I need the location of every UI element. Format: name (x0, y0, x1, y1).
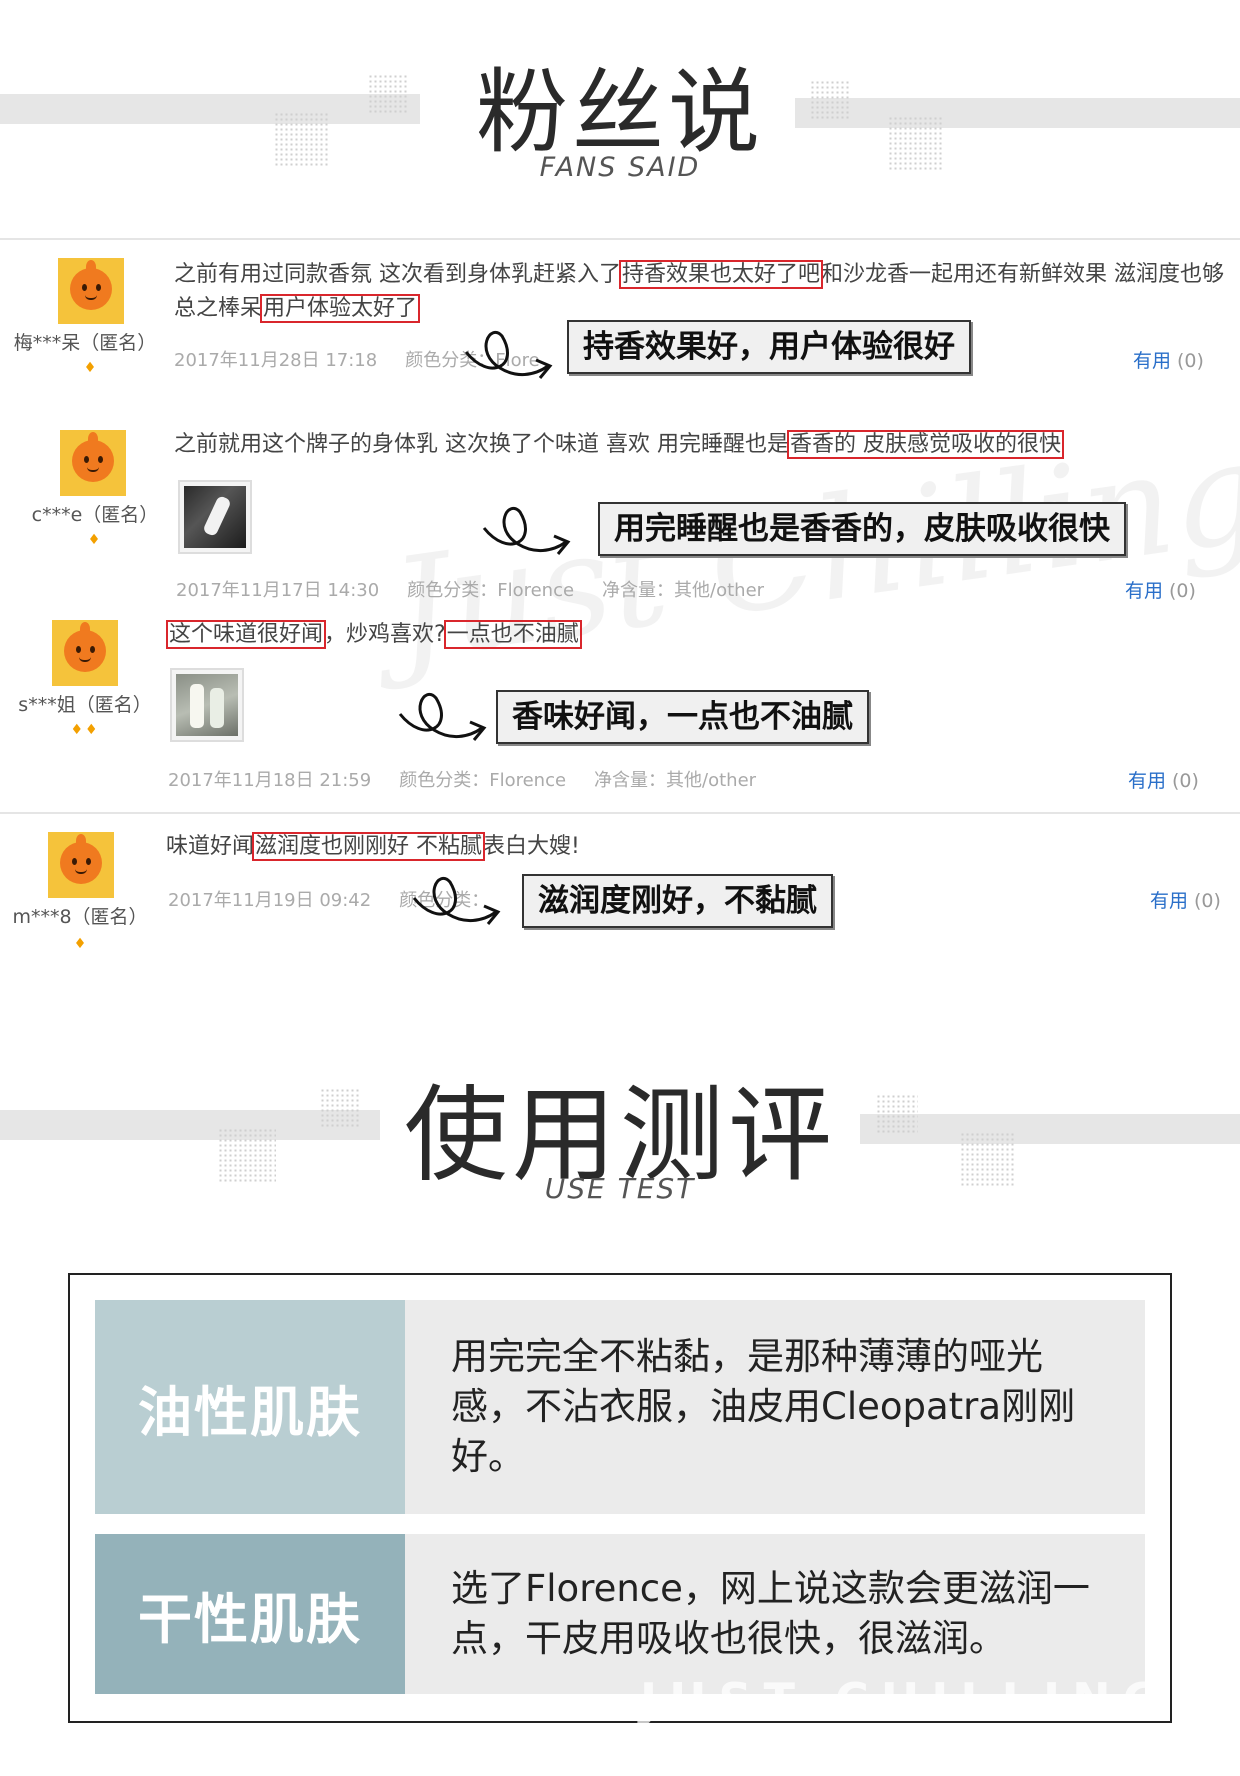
review-photo[interactable] (178, 480, 252, 554)
review-meta: 2017年11月18日 21:59 颜色分类：Florence 净含量：其他/oth… (168, 766, 784, 792)
reviewer-level-icon: ♦♦ (70, 722, 100, 738)
avatar (58, 258, 124, 324)
highlight: 滋润度也刚刚好 不粘腻 (252, 832, 486, 861)
reviewer-name[interactable]: c***e（匿名） (10, 500, 180, 527)
table-watermark: JUST CHILLING (640, 1673, 1173, 1727)
useful-button[interactable]: 有用 (0) (1128, 766, 1199, 793)
use-test-header: 使用测评 USE TEST (0, 1030, 1240, 1230)
summary-callout: 滋润度刚好，不黏腻 (522, 874, 833, 928)
summary-callout: 香味好闻，一点也不油腻 (496, 690, 869, 744)
avatar (60, 430, 126, 496)
page: 粉丝说 FANS SAID Just Chilling 梅***呆（匿名） ♦ … (0, 0, 1240, 1776)
use-test-table: 油性肌肤 用完完全不粘黏，是那种薄薄的哑光感，不沾衣服，油皮用Cleopatra… (68, 1273, 1172, 1727)
review-date: 2017年11月17日 14:30 (176, 580, 380, 601)
summary-callout: 持香效果好，用户体验很好 (567, 320, 971, 374)
useful-button[interactable]: 有用 (0) (1150, 886, 1221, 913)
review-volume: 净含量：其他/other (602, 580, 765, 601)
useful-button[interactable]: 有用 (0) (1133, 346, 1204, 373)
useful-button[interactable]: 有用 (0) (1125, 576, 1196, 603)
summary-callout: 用完睡醒也是香香的，皮肤吸收很快 (598, 502, 1126, 556)
divider (0, 812, 1240, 814)
highlight: 这个味道很好闻 (165, 620, 327, 649)
review-text: 之前有用过同款香氛 这次看到身体乳赶紧入了持香效果也太好了吧和沙龙香一起用还有新… (174, 260, 1225, 323)
reviewer-level-icon: ♦ (83, 360, 99, 376)
curly-arrow-icon (412, 876, 501, 925)
review-text: 这个味道很好闻，炒鸡喜欢?一点也不油腻 (165, 620, 582, 649)
avatar (52, 620, 118, 686)
skin-type-description: 用完完全不粘黏，是那种薄薄的哑光感，不沾衣服，油皮用Cleopatra刚刚好。 (405, 1300, 1145, 1514)
reviewer-name[interactable]: s***姐（匿名） (0, 690, 170, 717)
highlight: 香香的 皮肤感觉吸收的很快 (786, 430, 1064, 459)
avatar (48, 832, 114, 898)
review-volume: 净含量：其他/other (594, 770, 757, 791)
skin-type-label: 干性肌肤 (95, 1534, 405, 1694)
review-item: 梅***呆（匿名） ♦ 之前有用过同款香氛 这次看到身体乳赶紧入了持香效果也太好… (0, 246, 1240, 406)
reviewer-name[interactable]: m***8（匿名） (0, 902, 165, 929)
review-meta: 2017年11月17日 14:30 颜色分类：Florence 净含量：其他/oth… (176, 576, 792, 602)
review-item: s***姐（匿名） ♦♦ 这个味道很好闻，炒鸡喜欢?一点也不油腻 香味好闻，一点… (0, 612, 1240, 802)
reviewer-level-icon: ♦ (73, 936, 89, 952)
highlight: 持香效果也太好了吧 (618, 260, 824, 289)
use-test-subtitle: USE TEST (544, 1172, 696, 1205)
skin-type-label: 油性肌肤 (95, 1300, 405, 1514)
review-spec: 颜色分类：Florence (407, 580, 575, 601)
review-date: 2017年11月28日 17:18 (174, 350, 378, 371)
review-date: 2017年11月19日 09:42 (168, 890, 372, 911)
review-item: m***8（匿名） ♦ 味道好闻滋润度也刚刚好 不粘腻表白大嫂! 2017年11… (0, 820, 1240, 970)
highlight: 用户体验太好了 (260, 294, 421, 323)
highlight: 一点也不油腻 (443, 620, 582, 649)
review-spec: 颜色分类：Florence (399, 770, 567, 791)
review-item: c***e（匿名） ♦ 之前就用这个牌子的身体乳 这次换了个味道 喜欢 用完睡醒… (0, 418, 1240, 608)
use-test-row-dry: 干性肌肤 选了Florence，网上说这款会更滋润一点，干皮用吸收也很快，很滋润… (95, 1534, 1145, 1694)
review-text: 味道好闻滋润度也刚刚好 不粘腻表白大嫂! (166, 832, 580, 861)
curly-arrow-icon (464, 330, 553, 379)
skin-type-description: 选了Florence，网上说这款会更滋润一点，干皮用吸收也很快，很滋润。 (405, 1534, 1145, 1694)
use-test-row-oily: 油性肌肤 用完完全不粘黏，是那种薄薄的哑光感，不沾衣服，油皮用Cleopatra… (95, 1300, 1145, 1514)
divider (0, 238, 1240, 240)
fans-said-header: 粉丝说 FANS SAID (0, 0, 1240, 220)
reviewer-name[interactable]: 梅***呆（匿名） (0, 328, 170, 355)
review-text: 之前就用这个牌子的身体乳 这次换了个味道 喜欢 用完睡醒也是香香的 皮肤感觉吸收… (174, 430, 1064, 459)
curly-arrow-icon (398, 692, 487, 741)
review-date: 2017年11月18日 21:59 (168, 770, 372, 791)
review-photo[interactable] (170, 668, 244, 742)
curly-arrow-icon (482, 506, 571, 555)
reviewer-level-icon: ♦ (87, 532, 103, 548)
fans-said-subtitle: FANS SAID (539, 152, 701, 183)
